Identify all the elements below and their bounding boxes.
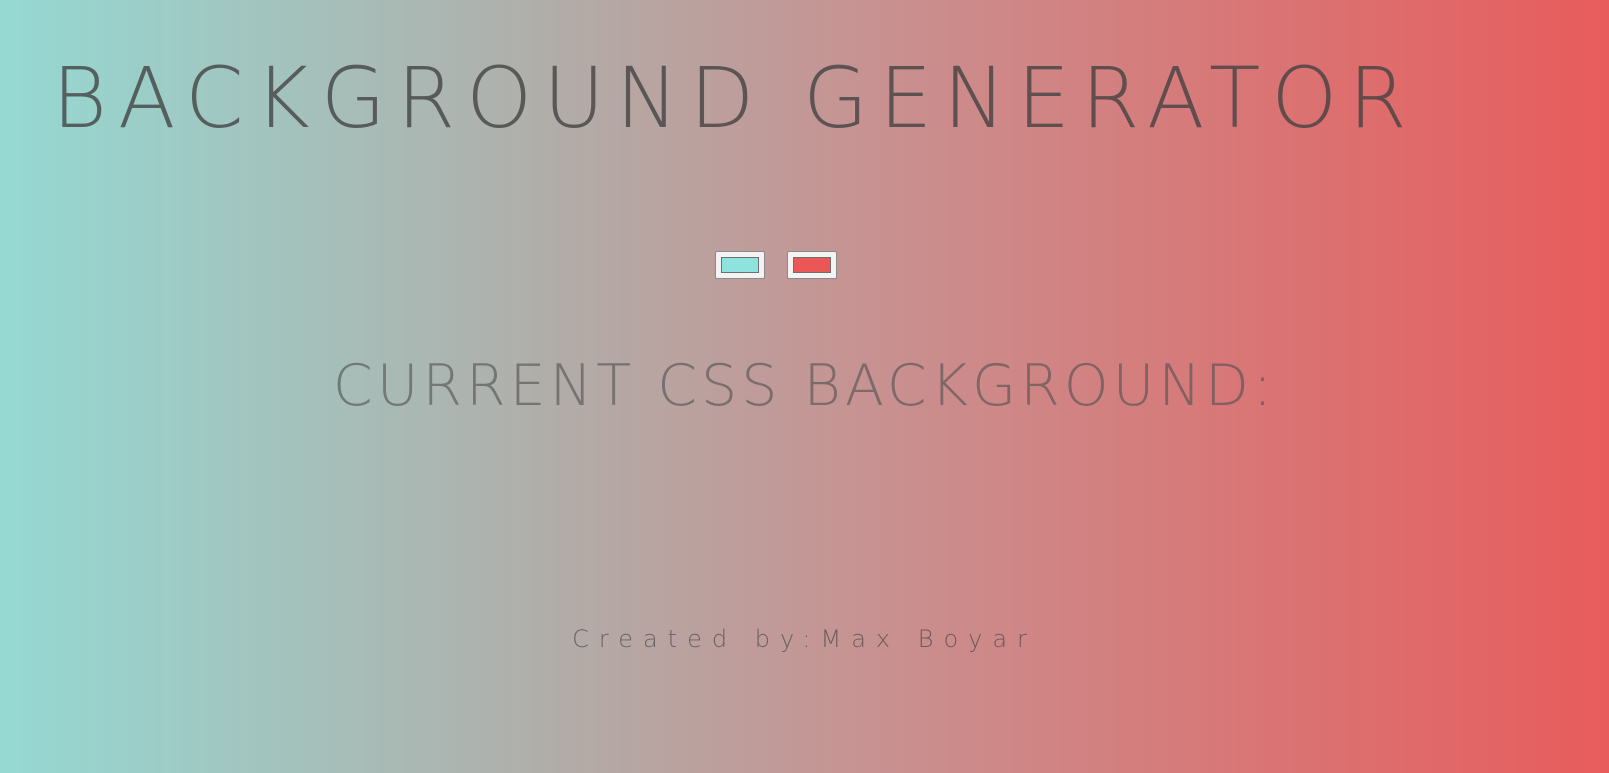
color-picker-1[interactable] [715,251,765,279]
page-title: BACKGROUND GENERATOR [52,49,1418,147]
color-pickers [715,251,837,279]
color-swatch-1 [721,257,759,273]
css-background-value [0,450,1609,490]
footer-credit: Created by:Max Boyar [572,625,1037,653]
color-picker-2[interactable] [787,251,837,279]
color-swatch-2 [793,257,831,273]
css-background-heading: CURRENT CSS BACKGROUND: [332,353,1277,419]
